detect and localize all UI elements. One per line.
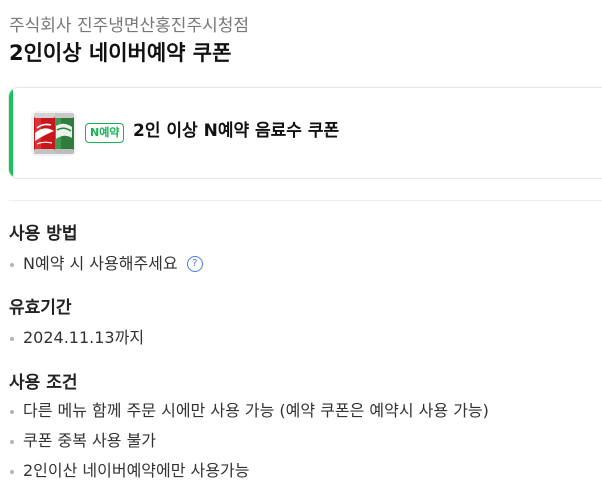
bullet-dot	[10, 440, 14, 444]
coupon-header: 주식회사 진주냉면산홍진주시청점 2인이상 네이버예약 쿠폰	[9, 14, 599, 67]
coupon-name: 2인 이상 N예약 음료수 쿠폰	[133, 121, 340, 141]
conditions-item: 2인이산 네이버예약에만 사용가능	[9, 456, 599, 486]
conditions-title: 사용 조건	[9, 373, 78, 393]
coupon-card: N예약 2인 이상 N예약 음료수 쿠폰	[8, 87, 602, 179]
conditions-item-text: 2인이산 네이버예약에만 사용가능	[23, 461, 250, 480]
conditions-item: 다른 메뉴 함께 주문 시에만 사용 가능 (예약 쿠폰은 예약시 사용 가능)	[9, 396, 599, 426]
conditions-item-text: 쿠폰 중복 사용 불가	[23, 431, 157, 450]
soda-cans-icon	[31, 111, 76, 156]
usage-item-text: N예약 시 사용해주세요	[23, 254, 178, 273]
validity-section: 유효기간 2024.11.13까지	[9, 296, 599, 353]
usage-title: 사용 방법	[9, 224, 78, 244]
bullet-dot	[10, 263, 14, 267]
store-name: 주식회사 진주냉면산홍진주시청점	[9, 16, 250, 36]
coupon-card-accent	[9, 88, 13, 178]
page-title: 2인이상 네이버예약 쿠폰	[9, 41, 232, 65]
conditions-item-text: 다른 메뉴 함께 주문 시에만 사용 가능 (예약 쿠폰은 예약시 사용 가능)	[23, 401, 489, 420]
bullet-dot	[10, 410, 14, 414]
conditions-section: 사용 조건 다른 메뉴 함께 주문 시에만 사용 가능 (예약 쿠폰은 예약시 …	[9, 371, 599, 486]
conditions-item: 쿠폰 중복 사용 불가	[9, 426, 599, 456]
bullet-dot	[10, 337, 14, 341]
help-icon[interactable]: ?	[186, 255, 203, 272]
validity-item-text: 2024.11.13까지	[23, 328, 145, 347]
section-divider	[9, 200, 602, 201]
validity-item: 2024.11.13까지	[9, 323, 599, 353]
validity-title: 유효기간	[9, 298, 72, 318]
n-reservation-badge: N예약	[85, 123, 125, 143]
usage-item: N예약 시 사용해주세요 ?	[9, 249, 599, 279]
soda-cans-image	[31, 111, 76, 156]
usage-section: 사용 방법 N예약 시 사용해주세요 ?	[9, 222, 599, 279]
bullet-dot	[10, 470, 14, 474]
